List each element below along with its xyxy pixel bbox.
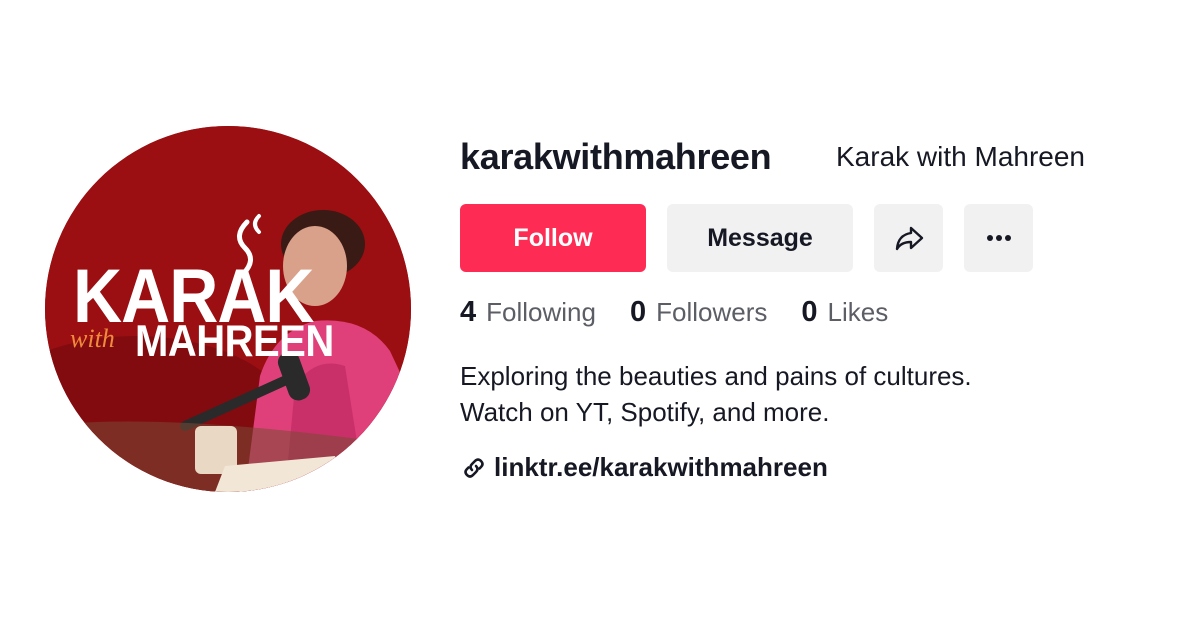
stat-followers-count: 0 (629, 296, 647, 328)
stat-likes-count: 0 (801, 296, 818, 328)
share-arrow-icon (895, 226, 923, 251)
avatar-logo-subtitle: MAHREEN (135, 316, 334, 367)
message-button[interactable]: Message (667, 204, 853, 272)
profile-stats: 4 Following 0 Followers 0 Likes (460, 296, 922, 329)
share-button[interactable] (874, 204, 943, 272)
profile-link[interactable]: linktr.ee/karakwithmahreen (460, 452, 828, 483)
profile-avatar: KARAK with MAHREEN (45, 126, 411, 492)
more-options-button[interactable] (964, 204, 1033, 272)
stat-likes: 0 Likes (801, 296, 888, 329)
stat-following-count: 4 (460, 296, 477, 328)
profile-link-text: linktr.ee/karakwithmahreen (494, 452, 828, 482)
link-icon (460, 454, 488, 482)
more-horizontal-icon (986, 235, 1011, 241)
bio-line-2: Watch on YT, Spotify, and more. (460, 397, 830, 427)
profile-bio: Exploring the beauties and pains of cult… (460, 358, 972, 430)
stat-followers[interactable]: 0 Followers (630, 296, 767, 329)
stat-following[interactable]: 4 Following (460, 296, 596, 329)
avatar-logo-with: with (70, 324, 115, 353)
stat-followers-label: Followers (656, 297, 768, 327)
message-button-label: Message (707, 223, 813, 252)
follow-button-label: Follow (513, 223, 593, 252)
profile-username: karakwithmahreen (460, 136, 772, 177)
follow-button[interactable]: Follow (460, 204, 646, 272)
profile-nickname: Karak with Mahreen (836, 141, 1086, 172)
stat-following-label: Following (486, 297, 596, 327)
bio-line-1: Exploring the beauties and pains of cult… (460, 361, 972, 391)
stat-likes-label: Likes (827, 297, 889, 327)
